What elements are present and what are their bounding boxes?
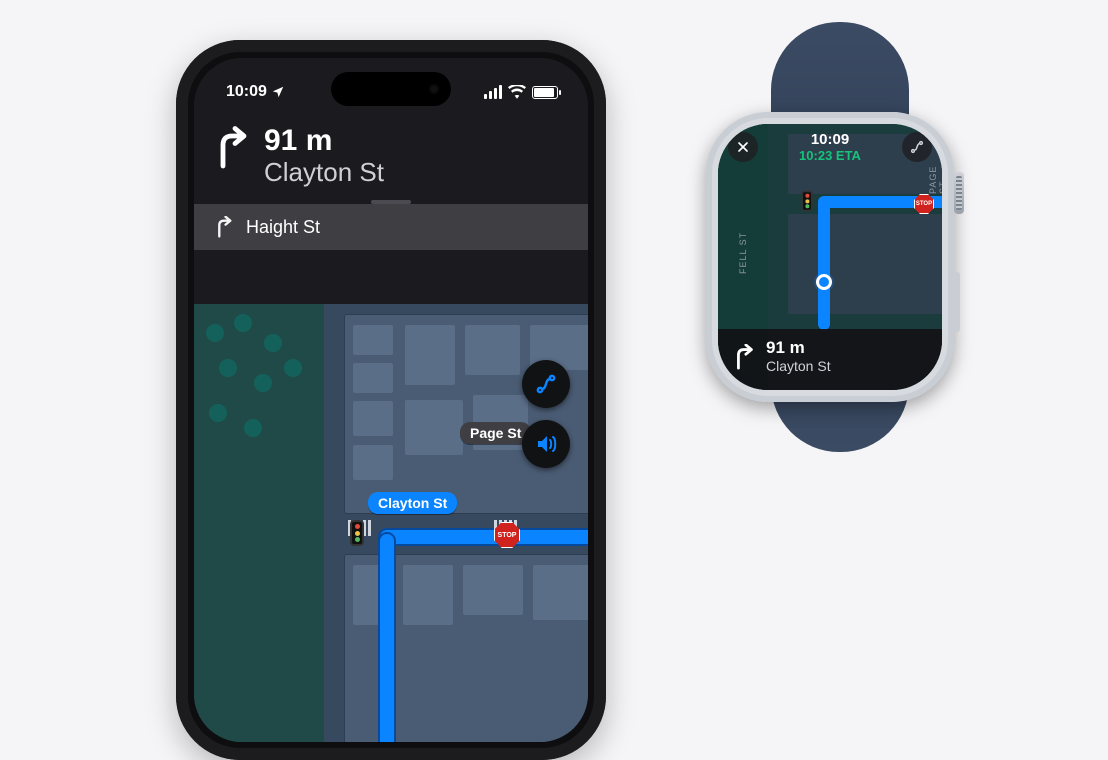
route-line	[818, 198, 830, 330]
turn-right-icon	[214, 126, 250, 170]
stop-sign-icon: STOP	[494, 522, 520, 548]
street-label-secondary: Page St	[460, 422, 531, 444]
map-view[interactable]: STOP Clayton St Page St	[194, 304, 588, 742]
battery-icon	[532, 86, 558, 99]
turn-right-icon	[214, 216, 234, 238]
cellular-icon	[484, 85, 502, 99]
digital-crown[interactable]	[954, 172, 964, 214]
park-area	[194, 304, 324, 742]
watch-nav-banner[interactable]: 91 m Clayton St	[718, 329, 942, 390]
watch-screen: STOP FELL ST PAGE ST 10:09 10:23 ETA	[718, 124, 942, 390]
location-icon	[271, 85, 285, 99]
route-overview-button[interactable]	[522, 360, 570, 408]
city-block	[788, 214, 942, 314]
route-line	[380, 534, 394, 742]
side-button[interactable]	[954, 272, 960, 332]
watch-header: 10:09 10:23 ETA	[728, 132, 932, 163]
iphone-screen: 10:09 91 m Clayton St	[194, 58, 588, 742]
next-street: Haight St	[246, 217, 320, 238]
stop-sign-icon: STOP	[914, 194, 934, 214]
watch-time: 10:09	[799, 132, 861, 149]
wifi-icon	[508, 85, 526, 99]
watch-eta: 10:23 ETA	[799, 149, 861, 163]
route-line	[380, 530, 588, 544]
street-label-primary: Clayton St	[368, 492, 457, 514]
nav-distance: 91 m	[264, 124, 384, 157]
status-time: 10:09	[226, 83, 267, 101]
close-button[interactable]	[728, 132, 758, 162]
traffic-light-icon	[350, 520, 364, 546]
traffic-light-icon	[801, 191, 812, 212]
turn-right-icon	[732, 344, 756, 370]
watch-case: STOP FELL ST PAGE ST 10:09 10:23 ETA	[706, 112, 954, 402]
nav-street: Clayton St	[264, 157, 384, 188]
route-overview-button[interactable]	[902, 132, 932, 162]
street-label: FELL ST	[738, 232, 748, 274]
iphone-device: 10:09 91 m Clayton St	[176, 40, 606, 760]
next-step-row[interactable]: Haight St	[194, 204, 588, 250]
city-block	[344, 314, 588, 514]
audio-toggle-button[interactable]	[522, 420, 570, 468]
current-location-dot	[816, 274, 832, 290]
street-label: PAGE ST	[928, 166, 942, 194]
watch-nav-distance: 91 m	[766, 339, 831, 358]
watch-nav-street: Clayton St	[766, 358, 831, 374]
dynamic-island	[331, 72, 451, 106]
watch-time-block: 10:09 10:23 ETA	[799, 132, 861, 163]
